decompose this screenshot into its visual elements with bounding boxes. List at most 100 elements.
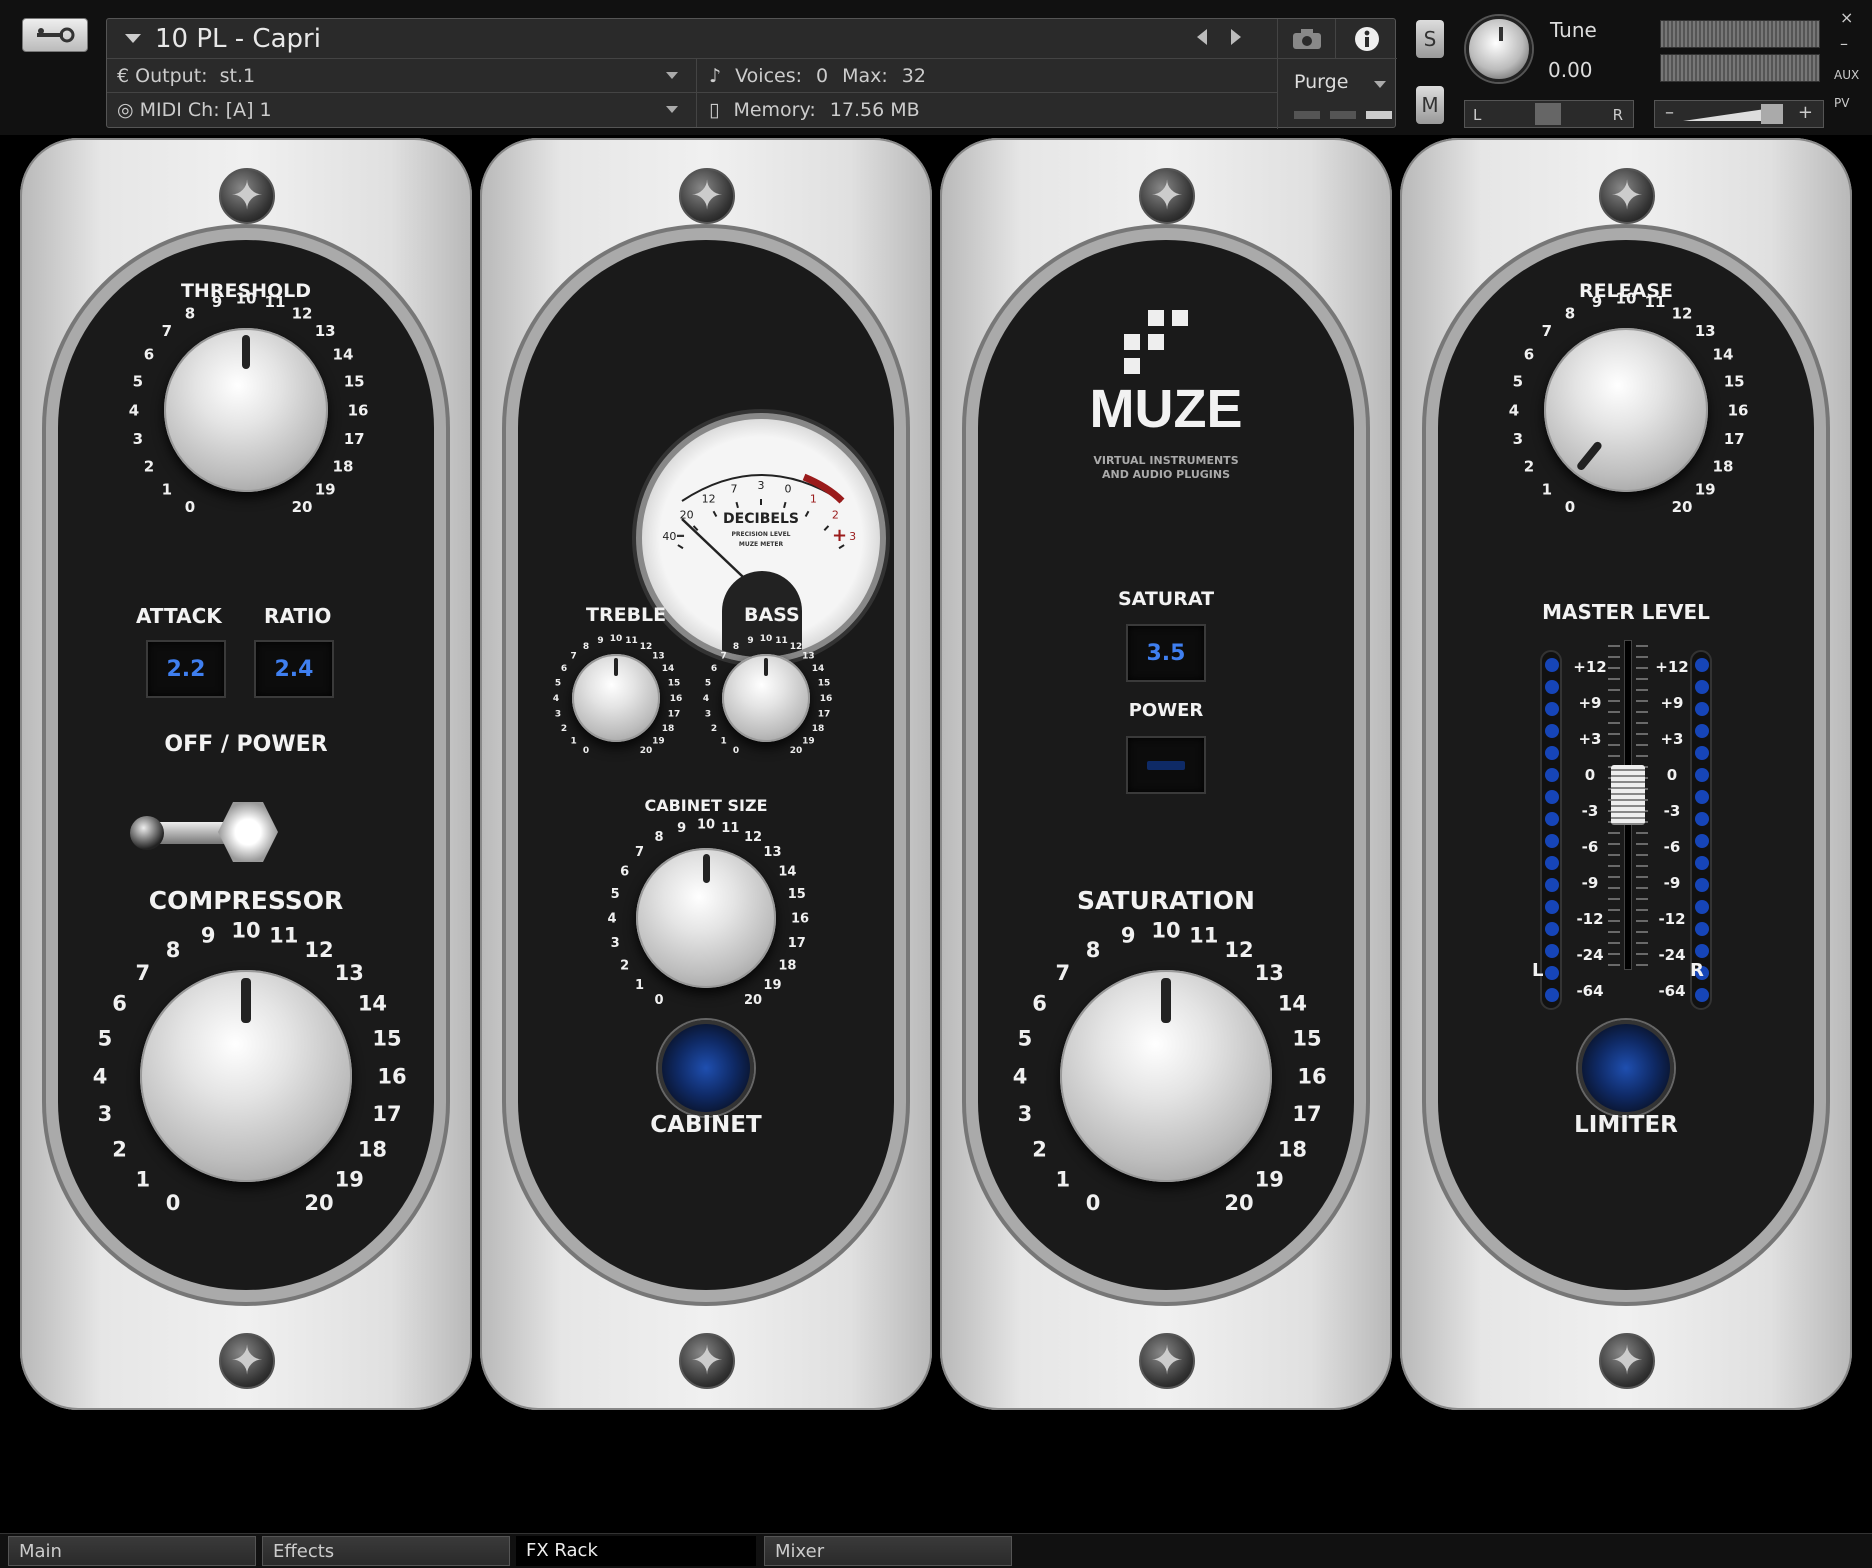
- meter-right: [1690, 650, 1712, 1010]
- knob-pointer: [1575, 439, 1604, 472]
- knob-scale-label: 0: [1565, 498, 1575, 516]
- meter-led: [1545, 922, 1559, 936]
- knob-scale-label: 17: [788, 936, 806, 951]
- memory-icon: ▯: [709, 99, 720, 121]
- knob-scale-label: 14: [1278, 991, 1307, 1015]
- knob-scale-label: 9: [201, 923, 216, 947]
- knob-scale-label: 6: [1032, 991, 1047, 1015]
- max-value[interactable]: 32: [902, 65, 926, 87]
- screw-icon: [219, 168, 275, 224]
- screw-icon: [679, 168, 735, 224]
- solo-button[interactable]: S: [1416, 20, 1444, 58]
- info-button[interactable]: [1335, 19, 1397, 59]
- purge-dropdown-icon[interactable]: [1374, 81, 1386, 88]
- fx-rack: THRESHOLD 012345678910111213141516171819…: [4, 135, 1868, 1533]
- output-dropdown-icon[interactable]: [666, 72, 678, 79]
- tune-knob[interactable]: [1466, 16, 1532, 82]
- knob-scale-label: 11: [1189, 923, 1218, 947]
- tune-label: Tune: [1550, 18, 1597, 42]
- meter-led: [1695, 724, 1709, 738]
- knob-scale-label: 3: [98, 1102, 113, 1126]
- meter-led: [1545, 944, 1559, 958]
- knob-scale-label: 16: [791, 912, 809, 927]
- meter-led: [1545, 900, 1559, 914]
- knob-scale-label: 18: [778, 959, 796, 974]
- pan-handle[interactable]: [1535, 103, 1561, 125]
- knob-scale-label: 20: [1224, 1191, 1253, 1215]
- master-fader-handle[interactable]: [1611, 765, 1645, 825]
- master-scale-label: +9: [1660, 694, 1684, 712]
- master-scale-label: -6: [1663, 838, 1681, 856]
- master-scale-label: +12: [1655, 658, 1689, 676]
- pan-left-label: L: [1473, 106, 1482, 124]
- knob-scale-label: 15: [1724, 372, 1745, 390]
- knob-scale-label: 5: [611, 887, 620, 902]
- volume-slider[interactable]: – +: [1654, 100, 1824, 128]
- tab-fx-rack[interactable]: FX Rack: [516, 1536, 756, 1566]
- output-selector[interactable]: € Output: st.1: [107, 59, 697, 92]
- knob-scale-label: 7: [635, 845, 644, 860]
- meter-led: [1695, 944, 1709, 958]
- knob-scale-label: 4: [93, 1064, 108, 1088]
- meter-led: [1545, 680, 1559, 694]
- knob-scale-label: 2: [112, 1137, 127, 1161]
- close-icon[interactable]: ×: [1840, 8, 1853, 27]
- pv-button[interactable]: PV: [1834, 96, 1849, 110]
- tab-mixer[interactable]: Mixer: [764, 1536, 1012, 1566]
- meter-led: [1545, 658, 1559, 672]
- tab-main[interactable]: Main: [8, 1536, 256, 1566]
- meter-left: [1540, 650, 1562, 1010]
- meter-led: [1545, 812, 1559, 826]
- knob-scale-label: 9: [1121, 923, 1136, 947]
- snapshot-button[interactable]: [1277, 19, 1335, 59]
- master-scale-label: 0: [1666, 766, 1678, 784]
- minimize-icon[interactable]: –: [1840, 34, 1848, 53]
- next-instrument-icon[interactable]: [1231, 29, 1241, 45]
- knob-scale-label: 3: [1513, 430, 1523, 448]
- limiter-power-button[interactable]: [1578, 1020, 1674, 1116]
- voices-label: Voices:: [735, 64, 803, 87]
- wrench-icon[interactable]: [22, 18, 88, 52]
- meter-led: [1695, 856, 1709, 870]
- instrument-menu-icon[interactable]: [125, 34, 141, 43]
- meter-led: [1695, 922, 1709, 936]
- mute-button[interactable]: M: [1416, 86, 1444, 124]
- pan-slider[interactable]: L R: [1464, 100, 1634, 128]
- meter-led: [1695, 878, 1709, 892]
- cabinet-power-button[interactable]: [658, 1020, 754, 1116]
- knob-scale-label: 12: [744, 830, 762, 845]
- cabinet-module: 402012730123 DECIBELS PRECISION LEVEL MU…: [480, 138, 932, 1410]
- volume-handle[interactable]: [1761, 104, 1783, 124]
- master-scale-label: -3: [1663, 802, 1681, 820]
- knob-scale-label: 2: [620, 959, 629, 974]
- purge-menu[interactable]: Purge: [1277, 59, 1397, 129]
- bottom-tab-bar: Main Effects FX Rack Mixer: [0, 1533, 1872, 1568]
- rotary-knob[interactable]: [1544, 328, 1708, 492]
- rotary-knob[interactable]: [636, 848, 776, 988]
- knob-pointer: [702, 853, 710, 883]
- knob-scale-label: 7: [135, 961, 150, 985]
- meter-led: [1695, 834, 1709, 848]
- voices-icon: ♪: [709, 64, 722, 87]
- screw-icon: [219, 1333, 275, 1389]
- memory-value: 17.56 MB: [829, 99, 920, 121]
- knob-scale-label: 15: [372, 1027, 401, 1051]
- knob-scale-label: 10: [1616, 289, 1637, 307]
- knob-scale-label: 6: [112, 991, 127, 1015]
- knob-scale-label: 1: [635, 978, 644, 993]
- midi-selector[interactable]: ◎ MIDI Ch: [A] 1: [107, 93, 697, 127]
- rotary-knob[interactable]: [1060, 970, 1272, 1182]
- prev-instrument-icon[interactable]: [1197, 29, 1207, 45]
- knob-scale-label: 13: [763, 845, 781, 860]
- knob-scale-label: 11: [1645, 293, 1666, 311]
- instrument-name: 10 PL - Capri: [155, 23, 321, 54]
- knob-scale-label: 20: [744, 993, 762, 1008]
- master-scale-label: +3: [1660, 730, 1684, 748]
- tab-effects[interactable]: Effects: [262, 1536, 510, 1566]
- knob-scale-label: 1: [135, 1168, 150, 1192]
- aux-button[interactable]: AUX: [1834, 68, 1859, 82]
- rotary-knob[interactable]: [140, 970, 352, 1182]
- meter-led: [1545, 966, 1559, 980]
- knob-scale-label: 19: [763, 978, 781, 993]
- midi-dropdown-icon[interactable]: [666, 106, 678, 113]
